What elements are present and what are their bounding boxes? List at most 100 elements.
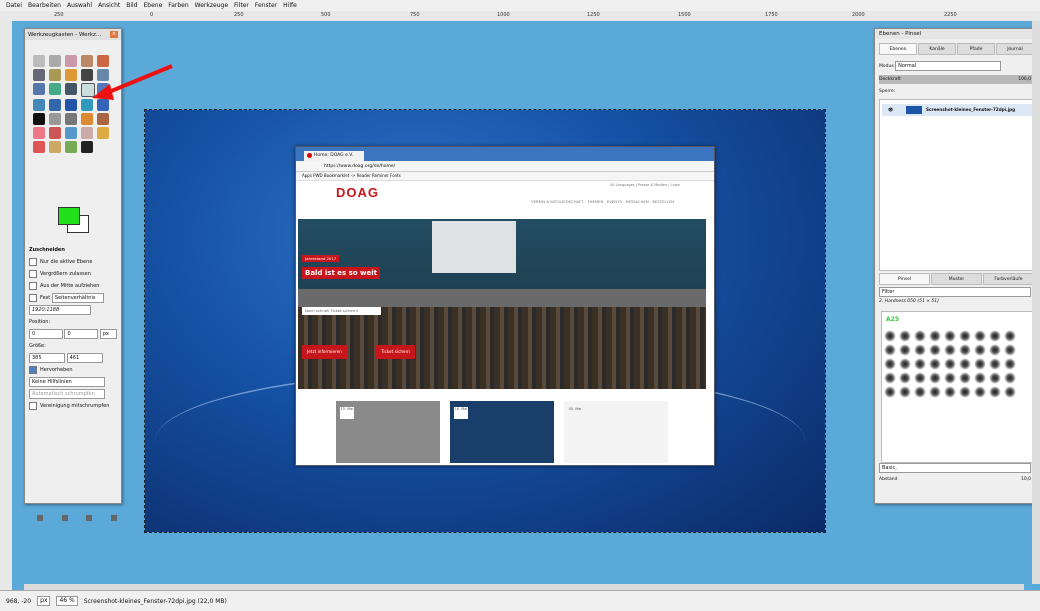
tab-kanaele[interactable]: Kanäle: [918, 43, 956, 55]
brush-preset[interactable]: [899, 358, 911, 370]
scale-icon[interactable]: [33, 99, 45, 111]
measure-icon[interactable]: [33, 83, 45, 95]
paint-select-icon[interactable]: [81, 141, 93, 153]
brush-preset[interactable]: [1004, 358, 1016, 370]
brush-preset[interactable]: [914, 358, 926, 370]
restore-options-icon[interactable]: [61, 515, 68, 521]
menu-ansicht[interactable]: Ansicht: [98, 2, 120, 9]
move-icon[interactable]: [49, 83, 61, 95]
save-options-icon[interactable]: [37, 515, 43, 521]
checkbox[interactable]: [29, 282, 37, 290]
dodge-burn-icon[interactable]: [49, 141, 61, 153]
ellipse-select-icon[interactable]: [49, 55, 61, 67]
tab-muster[interactable]: Muster: [931, 273, 982, 285]
close-icon[interactable]: ×: [110, 31, 118, 38]
menu-bearbeiten[interactable]: Bearbeiten: [28, 2, 61, 9]
brush-preset[interactable]: [929, 344, 941, 356]
brush-preset[interactable]: [959, 372, 971, 384]
eraser-icon[interactable]: [33, 127, 45, 139]
brush-preset[interactable]: [944, 330, 956, 342]
paintbrush-icon[interactable]: [97, 113, 109, 125]
brush-preset[interactable]: [1004, 386, 1016, 398]
fest-dropdown[interactable]: Seitenverhältnis: [51, 293, 104, 303]
checkbox[interactable]: [29, 270, 37, 278]
brush-preset[interactable]: [989, 386, 1001, 398]
tab-journal[interactable]: Journal: [996, 43, 1034, 55]
zoom-dropdown[interactable]: 46 %: [56, 596, 78, 606]
toolbox-titlebar[interactable]: Werkzeugkasten - Werkz... ×: [25, 29, 121, 40]
menu-auswahl[interactable]: Auswahl: [67, 2, 92, 9]
menu-filter[interactable]: Filter: [234, 2, 249, 9]
eye-icon[interactable]: 👁: [888, 104, 893, 116]
delete-options-icon[interactable]: [86, 515, 93, 521]
brush-preset[interactable]: [959, 330, 971, 342]
brush-preset[interactable]: [989, 344, 1001, 356]
tab-pinsel[interactable]: Pinsel: [879, 273, 930, 285]
brush-preset-dropdown[interactable]: Basic,: [879, 463, 1031, 473]
checkbox[interactable]: [29, 402, 37, 410]
airbrush-icon[interactable]: [49, 127, 61, 139]
brush-preset[interactable]: [944, 344, 956, 356]
reset-options-icon[interactable]: [110, 515, 117, 521]
brush-preset[interactable]: [944, 358, 956, 370]
brush-preset[interactable]: [944, 386, 956, 398]
bucket-fill-icon[interactable]: [49, 113, 61, 125]
perspective-icon[interactable]: [65, 99, 77, 111]
brush-preset[interactable]: [899, 386, 911, 398]
pencil-icon[interactable]: [81, 113, 93, 125]
smudge-icon[interactable]: [33, 141, 45, 153]
tab-pfade[interactable]: Pfade: [957, 43, 995, 55]
opacity-value[interactable]: 100,0: [1018, 75, 1031, 84]
brush-preset[interactable]: [959, 386, 971, 398]
paths-icon[interactable]: [65, 69, 77, 81]
blend-icon[interactable]: [65, 113, 77, 125]
brush-preset[interactable]: [884, 386, 896, 398]
brush-preset[interactable]: [884, 358, 896, 370]
blur-icon[interactable]: [65, 141, 77, 153]
brush-preset[interactable]: [974, 344, 986, 356]
size-h-field[interactable]: 461: [66, 353, 103, 363]
brush-preset[interactable]: [884, 372, 896, 384]
clone-icon[interactable]: [81, 127, 93, 139]
unit-dropdown[interactable]: px: [37, 596, 51, 606]
heal-icon[interactable]: [97, 127, 109, 139]
brush-preset[interactable]: [899, 372, 911, 384]
position-unit[interactable]: px: [99, 329, 118, 339]
brush-filter[interactable]: Filter: [879, 287, 1031, 297]
brush-preset[interactable]: [974, 330, 986, 342]
menu-fenster[interactable]: Fenster: [255, 2, 277, 9]
spacing-value[interactable]: 10,0: [1021, 475, 1031, 484]
brush-preset[interactable]: [974, 386, 986, 398]
brush-preset[interactable]: [899, 330, 911, 342]
mode-dropdown[interactable]: Normal: [895, 61, 1002, 71]
brush-preset[interactable]: [929, 330, 941, 342]
rect-select-icon[interactable]: [33, 55, 45, 67]
checkbox[interactable]: [29, 258, 37, 266]
brush-preset[interactable]: [914, 330, 926, 342]
position-x-field[interactable]: 0: [29, 329, 63, 339]
menu-werkzeuge[interactable]: Werkzeuge: [195, 2, 228, 9]
scissors-icon[interactable]: [33, 69, 45, 81]
brush-preset[interactable]: [959, 358, 971, 370]
menu-bild[interactable]: Bild: [126, 2, 137, 9]
auto-shrink-button[interactable]: Automatisch schrumpfen: [29, 389, 105, 399]
foreground-select-icon[interactable]: [49, 69, 61, 81]
ink-icon[interactable]: [65, 127, 77, 139]
brush-preset[interactable]: [1004, 372, 1016, 384]
brush-preset[interactable]: [884, 344, 896, 356]
align-icon[interactable]: [65, 83, 77, 95]
menu-ebene[interactable]: Ebene: [144, 2, 163, 9]
text-icon[interactable]: [33, 113, 45, 125]
brush-preset[interactable]: [974, 372, 986, 384]
checkbox[interactable]: [29, 366, 37, 374]
brush-preset[interactable]: [929, 358, 941, 370]
brush-preset[interactable]: [899, 344, 911, 356]
menu-farben[interactable]: Farben: [168, 2, 188, 9]
shear-icon[interactable]: [49, 99, 61, 111]
brush-preset[interactable]: [884, 330, 896, 342]
brush-preset[interactable]: [914, 386, 926, 398]
menu-hilfe[interactable]: Hilfe: [283, 2, 297, 9]
tab-farbverlaeufe[interactable]: Farbverläufe: [983, 273, 1034, 285]
ratio-field[interactable]: 1920:1188: [29, 305, 91, 315]
menu-datei[interactable]: Datei: [6, 2, 22, 9]
